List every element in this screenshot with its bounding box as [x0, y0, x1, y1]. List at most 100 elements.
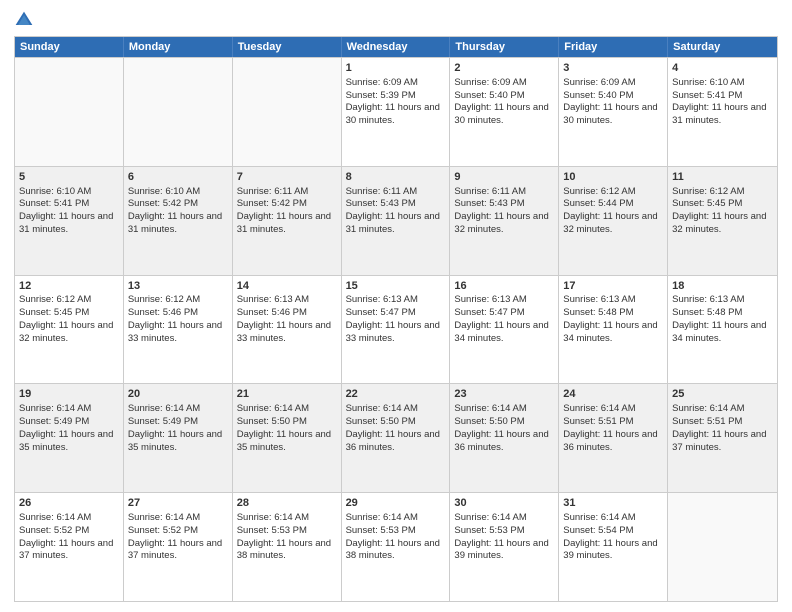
daylight: Daylight: 11 hours and 37 minutes.	[19, 538, 113, 562]
cal-cell	[15, 58, 124, 166]
sunset: Sunset: 5:50 PM	[454, 416, 524, 427]
daylight: Daylight: 11 hours and 30 minutes.	[346, 102, 440, 126]
cal-cell: 2Sunrise: 6:09 AMSunset: 5:40 PMDaylight…	[450, 58, 559, 166]
sunset: Sunset: 5:48 PM	[563, 307, 633, 318]
sunset: Sunset: 5:40 PM	[454, 90, 524, 101]
day-number: 24	[563, 387, 663, 402]
cal-cell: 1Sunrise: 6:09 AMSunset: 5:39 PMDaylight…	[342, 58, 451, 166]
daylight: Daylight: 11 hours and 32 minutes.	[454, 211, 548, 235]
day-number: 27	[128, 496, 228, 511]
cal-week: 19Sunrise: 6:14 AMSunset: 5:49 PMDayligh…	[15, 383, 777, 492]
cal-cell	[668, 493, 777, 601]
cal-cell: 8Sunrise: 6:11 AMSunset: 5:43 PMDaylight…	[342, 167, 451, 275]
daylight: Daylight: 11 hours and 39 minutes.	[454, 538, 548, 562]
sunset: Sunset: 5:52 PM	[128, 525, 198, 536]
sunrise: Sunrise: 6:12 AM	[128, 294, 200, 305]
sunrise: Sunrise: 6:14 AM	[454, 512, 526, 523]
daylight: Daylight: 11 hours and 39 minutes.	[563, 538, 657, 562]
sunrise: Sunrise: 6:12 AM	[19, 294, 91, 305]
daylight: Daylight: 11 hours and 37 minutes.	[672, 429, 766, 453]
cal-cell: 27Sunrise: 6:14 AMSunset: 5:52 PMDayligh…	[124, 493, 233, 601]
sunrise: Sunrise: 6:14 AM	[672, 403, 744, 414]
cal-cell: 30Sunrise: 6:14 AM Sunset: 5:53 PM Dayligh…	[450, 493, 559, 601]
cal-cell: 5Sunrise: 6:10 AMSunset: 5:41 PMDaylight…	[15, 167, 124, 275]
sunset: Sunset: 5:50 PM	[237, 416, 307, 427]
sunset: Sunset: 5:43 PM	[454, 198, 524, 209]
day-number: 18	[672, 279, 773, 294]
cal-cell: 26Sunrise: 6:14 AMSunset: 5:52 PMDayligh…	[15, 493, 124, 601]
cal-header-cell: Thursday	[450, 37, 559, 57]
cal-cell: 10Sunrise: 6:12 AMSunset: 5:44 PMDayligh…	[559, 167, 668, 275]
sunrise: Sunrise: 6:14 AM	[237, 403, 309, 414]
cal-cell: 11Sunrise: 6:12 AMSunset: 5:45 PMDayligh…	[668, 167, 777, 275]
sunrise: Sunrise: 6:13 AM	[454, 294, 526, 305]
sunset: Sunset: 5:43 PM	[346, 198, 416, 209]
sunrise: Sunrise: 6:14 AM	[346, 512, 418, 523]
sunset: Sunset: 5:39 PM	[346, 90, 416, 101]
day-number: 2	[454, 61, 554, 76]
sunset: Sunset: 5:53 PM	[454, 525, 524, 536]
day-number: 14	[237, 279, 337, 294]
daylight: Daylight: 11 hours and 33 minutes.	[128, 320, 222, 344]
sunset: Sunset: 5:48 PM	[672, 307, 742, 318]
daylight: Daylight: 11 hours and 38 minutes.	[346, 538, 440, 562]
sunrise: Sunrise: 6:12 AM	[563, 186, 635, 197]
cal-cell: 16Sunrise: 6:13 AMSunset: 5:47 PMDayligh…	[450, 276, 559, 384]
sunset: Sunset: 5:49 PM	[128, 416, 198, 427]
cal-week: 5Sunrise: 6:10 AMSunset: 5:41 PMDaylight…	[15, 166, 777, 275]
cal-cell: 3Sunrise: 6:09 AMSunset: 5:40 PMDaylight…	[559, 58, 668, 166]
sunrise: Sunrise: 6:10 AM	[128, 186, 200, 197]
cal-cell: 9Sunrise: 6:11 AMSunset: 5:43 PMDaylight…	[450, 167, 559, 275]
sunset: Sunset: 5:54 PM	[563, 525, 633, 536]
day-number: 30	[454, 496, 554, 511]
sunrise: Sunrise: 6:14 AM	[128, 403, 200, 414]
daylight: Daylight: 11 hours and 32 minutes.	[672, 211, 766, 235]
cal-cell: 18Sunrise: 6:13 AMSunset: 5:48 PMDayligh…	[668, 276, 777, 384]
daylight: Daylight: 11 hours and 38 minutes.	[237, 538, 331, 562]
day-number: 3	[563, 61, 663, 76]
cal-week: 26Sunrise: 6:14 AMSunset: 5:52 PMDayligh…	[15, 492, 777, 601]
daylight: Daylight: 11 hours and 36 minutes.	[454, 429, 548, 453]
day-number: 16	[454, 279, 554, 294]
daylight: Daylight: 11 hours and 33 minutes.	[237, 320, 331, 344]
daylight: Daylight: 11 hours and 34 minutes.	[672, 320, 766, 344]
sunset: Sunset: 5:53 PM	[346, 525, 416, 536]
daylight: Daylight: 11 hours and 30 minutes.	[454, 102, 548, 126]
cal-header-cell: Tuesday	[233, 37, 342, 57]
cal-week: 12Sunrise: 6:12 AMSunset: 5:45 PMDayligh…	[15, 275, 777, 384]
day-number: 13	[128, 279, 228, 294]
cal-header-cell: Wednesday	[342, 37, 451, 57]
sunset: Sunset: 5:42 PM	[128, 198, 198, 209]
cal-cell	[233, 58, 342, 166]
daylight: Daylight: 11 hours and 36 minutes.	[346, 429, 440, 453]
sunrise: Sunrise: 6:13 AM	[563, 294, 635, 305]
day-number: 15	[346, 279, 446, 294]
sunset: Sunset: 5:40 PM	[563, 90, 633, 101]
sunrise: Sunrise: 6:10 AM	[19, 186, 91, 197]
daylight: Daylight: 11 hours and 32 minutes.	[563, 211, 657, 235]
calendar: SundayMondayTuesdayWednesdayThursdayFrid…	[14, 36, 778, 602]
cal-cell	[124, 58, 233, 166]
cal-cell: 24Sunrise: 6:14 AMSunset: 5:51 PMDayligh…	[559, 384, 668, 492]
daylight: Daylight: 11 hours and 35 minutes.	[19, 429, 113, 453]
cal-cell: 13Sunrise: 6:12 AM Sunset: 5:46 PM Dayligh…	[124, 276, 233, 384]
sunrise: Sunrise: 6:11 AM	[346, 186, 418, 197]
sunset: Sunset: 5:41 PM	[19, 198, 89, 209]
sunset: Sunset: 5:46 PM	[128, 307, 198, 318]
sunset: Sunset: 5:42 PM	[237, 198, 307, 209]
cal-cell: 29Sunrise: 6:14 AMSunset: 5:53 PMDayligh…	[342, 493, 451, 601]
sunrise: Sunrise: 6:09 AM	[563, 77, 635, 88]
cal-cell: 4Sunrise: 6:10 AMSunset: 5:41 PMDaylight…	[668, 58, 777, 166]
day-number: 10	[563, 170, 663, 185]
daylight: Daylight: 11 hours and 31 minutes.	[672, 102, 766, 126]
daylight: Daylight: 11 hours and 34 minutes.	[454, 320, 548, 344]
sunrise: Sunrise: 6:14 AM	[563, 512, 635, 523]
cal-cell: 31Sunrise: 6:14 AMSunset: 5:54 PMDayligh…	[559, 493, 668, 601]
sunset: Sunset: 5:53 PM	[237, 525, 307, 536]
cal-cell: 19Sunrise: 6:14 AMSunset: 5:49 PMDayligh…	[15, 384, 124, 492]
logo-icon	[14, 10, 34, 30]
daylight: Daylight: 11 hours and 36 minutes.	[563, 429, 657, 453]
day-number: 4	[672, 61, 773, 76]
sunset: Sunset: 5:41 PM	[672, 90, 742, 101]
daylight: Daylight: 11 hours and 33 minutes.	[346, 320, 440, 344]
